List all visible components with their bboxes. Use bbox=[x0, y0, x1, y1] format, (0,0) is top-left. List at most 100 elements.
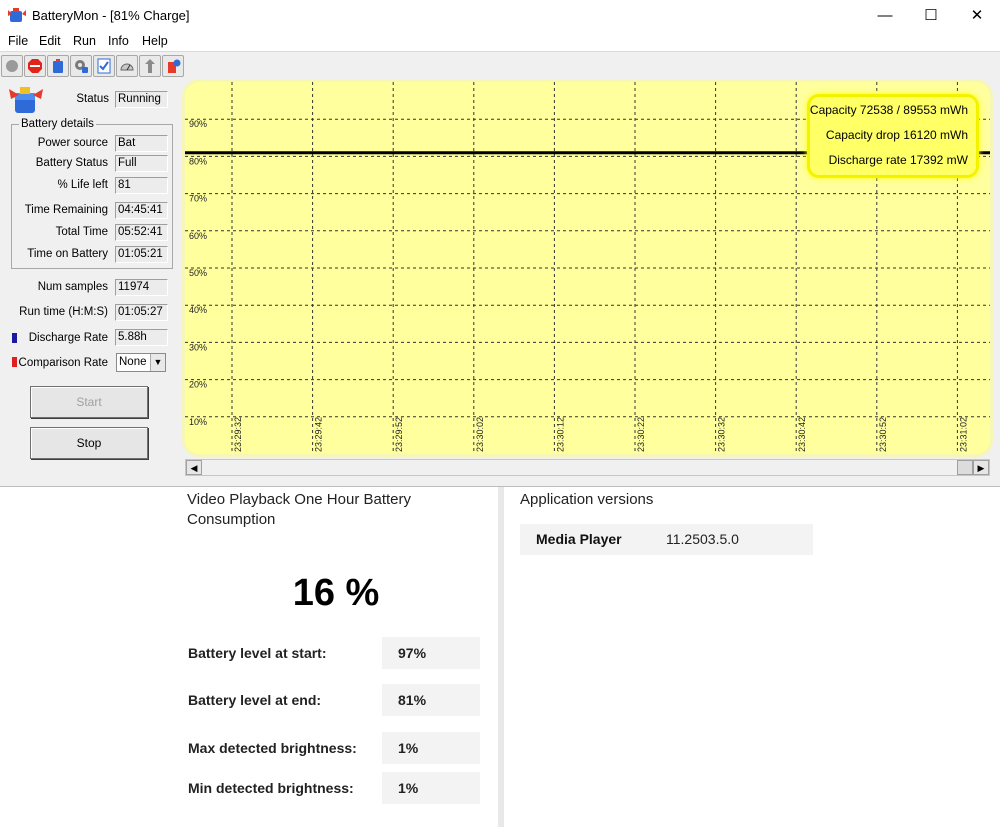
maximize-button[interactable]: ☐ bbox=[908, 0, 954, 32]
consumption-percentage: 16 % bbox=[292, 572, 380, 614]
x-tick-label: 23:29:32 bbox=[233, 417, 243, 452]
battery-info-icon bbox=[168, 59, 181, 73]
status-label: Status bbox=[76, 93, 109, 105]
app-version: 11.2503.5.0 bbox=[666, 531, 739, 547]
stop-icon bbox=[28, 59, 42, 73]
comparison-rate-select[interactable]: None ▼ bbox=[116, 353, 166, 372]
end-level-value: 81% bbox=[382, 684, 480, 716]
gear-icon bbox=[75, 60, 88, 73]
x-tick-label: 23:30:22 bbox=[636, 417, 646, 452]
versions-title: Application versions bbox=[520, 491, 654, 508]
x-tick-label: 23:30:52 bbox=[878, 417, 888, 452]
arrow-icon bbox=[145, 59, 155, 73]
total-time-value: 05:52:41 bbox=[115, 224, 168, 241]
discharge-rate-value: 5.88h bbox=[115, 329, 168, 346]
comparison-rate-label: Comparison Rate bbox=[18, 357, 108, 369]
y-tick-label: 90% bbox=[189, 119, 207, 129]
x-tick-label: 23:29:52 bbox=[394, 417, 404, 452]
menu-edit[interactable]: Edit bbox=[39, 34, 61, 48]
menu-run[interactable]: Run bbox=[73, 34, 96, 48]
y-tick-label: 30% bbox=[189, 342, 207, 352]
gauge-button[interactable] bbox=[116, 55, 138, 77]
x-tick-label: 23:31:02 bbox=[958, 417, 968, 452]
y-tick-label: 60% bbox=[189, 231, 207, 241]
battery-button[interactable] bbox=[47, 55, 69, 77]
max-brightness-value: 1% bbox=[382, 732, 480, 764]
total-time-label: Total Time bbox=[55, 226, 108, 238]
end-level-label: Battery level at end: bbox=[188, 692, 322, 708]
status-value: Running bbox=[115, 91, 168, 108]
menu-help[interactable]: Help bbox=[142, 34, 168, 48]
batterymon-logo-icon bbox=[9, 87, 43, 113]
x-tick-label: 23:30:32 bbox=[717, 417, 727, 452]
y-tick-label: 40% bbox=[189, 305, 207, 315]
min-brightness-label: Min detected brightness: bbox=[188, 780, 354, 796]
chart-horizontal-scrollbar[interactable]: ◀ ▶ bbox=[185, 459, 990, 476]
battery-info-button[interactable] bbox=[162, 55, 184, 77]
discharge-rate-swatch bbox=[12, 333, 17, 343]
report-divider bbox=[498, 487, 504, 827]
chevron-down-icon[interactable]: ▼ bbox=[150, 354, 165, 371]
scroll-right-icon[interactable]: ▶ bbox=[973, 460, 989, 475]
record-icon bbox=[6, 60, 18, 72]
start-level-label: Battery level at start: bbox=[188, 645, 327, 661]
life-left-value: 81 bbox=[115, 177, 168, 194]
start-button[interactable]: Start bbox=[30, 386, 148, 418]
app-name: Media Player bbox=[536, 531, 622, 547]
stop-button[interactable] bbox=[24, 55, 46, 77]
stop-monitor-button[interactable]: Stop bbox=[30, 427, 148, 459]
x-tick-label: 23:29:42 bbox=[314, 417, 324, 452]
x-tick-label: 23:30:02 bbox=[475, 417, 485, 452]
checklist-button[interactable] bbox=[93, 55, 115, 77]
minimize-button[interactable]: — bbox=[862, 0, 908, 32]
time-remaining-label: Time Remaining bbox=[24, 204, 108, 216]
menu-info[interactable]: Info bbox=[108, 34, 129, 48]
chart-info-box: Capacity 72538 / 89553 mWh Capacity drop… bbox=[807, 94, 979, 178]
x-tick-label: 23:30:42 bbox=[797, 417, 807, 452]
x-tick-label: 23:30:12 bbox=[555, 417, 565, 452]
comparison-rate-swatch bbox=[12, 357, 17, 367]
run-time-label: Run time (H:M:S) bbox=[19, 306, 108, 318]
window-title: BatteryMon - [81% Charge] bbox=[32, 8, 190, 23]
time-on-battery-value: 01:05:21 bbox=[115, 246, 168, 263]
version-row: Media Player 11.2503.5.0 bbox=[520, 524, 813, 555]
report-title: Video Playback One Hour Battery Consumpt… bbox=[187, 491, 412, 528]
batterymon-window: BatteryMon - [81% Charge] — ☐ ✕ File Edi… bbox=[0, 0, 1000, 487]
y-tick-label: 10% bbox=[189, 417, 207, 427]
scroll-thumb[interactable] bbox=[957, 460, 973, 475]
time-on-battery-label: Time on Battery bbox=[27, 248, 108, 260]
time-remaining-value: 04:45:41 bbox=[115, 202, 168, 219]
power-source-value: Bat bbox=[115, 135, 168, 152]
menu-bar: File Edit Run Info Help bbox=[0, 32, 1000, 52]
checklist-icon bbox=[97, 58, 111, 74]
y-tick-label: 50% bbox=[189, 268, 207, 278]
battery-chart: 90% 80% 70% 60% 50% 40% 30% 20% 10% 23:29:32 23:29… bbox=[185, 82, 990, 454]
run-time-value: 01:05:27 bbox=[115, 304, 168, 321]
battery-details-title: Battery details bbox=[19, 118, 96, 130]
y-tick-label: 80% bbox=[189, 156, 207, 166]
comparison-rate-selected: None bbox=[119, 356, 147, 368]
power-source-label: Power source bbox=[37, 137, 108, 149]
discharge-rate-label: Discharge Rate bbox=[28, 332, 108, 344]
capacity-drop-annotation: Capacity drop 16120 mWh bbox=[825, 128, 968, 142]
battery-status-label: Battery Status bbox=[35, 157, 108, 169]
settings-button[interactable] bbox=[70, 55, 92, 77]
gauge-icon bbox=[120, 63, 134, 71]
menu-file[interactable]: File bbox=[8, 34, 28, 48]
title-bar: BatteryMon - [81% Charge] — ☐ ✕ bbox=[0, 0, 1000, 32]
battery-app-icon bbox=[8, 8, 26, 22]
max-brightness-label: Max detected brightness: bbox=[188, 740, 357, 756]
arrow-button[interactable] bbox=[139, 55, 161, 77]
num-samples-value: 11974 bbox=[115, 279, 168, 296]
record-button[interactable] bbox=[1, 55, 23, 77]
battery-status-value: Full bbox=[115, 155, 168, 172]
scroll-left-icon[interactable]: ◀ bbox=[186, 460, 202, 475]
y-tick-label: 20% bbox=[189, 380, 207, 390]
capacity-annotation: Capacity 72538 / 89553 mWh bbox=[809, 103, 968, 117]
start-level-value: 97% bbox=[382, 637, 480, 669]
close-button[interactable]: ✕ bbox=[954, 0, 1000, 32]
life-left-label: % Life left bbox=[57, 179, 109, 191]
min-brightness-value: 1% bbox=[382, 772, 480, 804]
y-tick-label: 70% bbox=[189, 194, 207, 204]
num-samples-label: Num samples bbox=[37, 281, 108, 293]
